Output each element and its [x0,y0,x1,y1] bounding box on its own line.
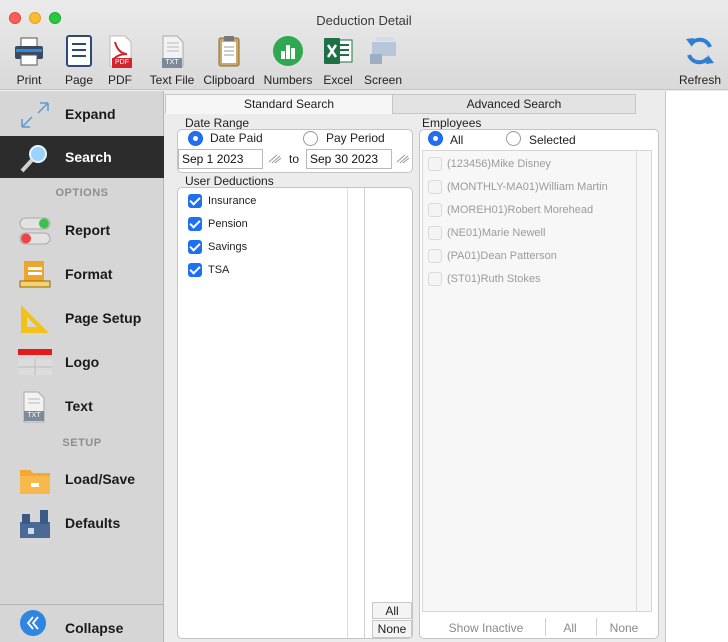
employee-checkbox[interactable] [428,272,442,286]
deduction-label: Savings [208,241,248,253]
employee-checkbox[interactable] [428,226,442,240]
sidebar-item-load-save[interactable]: Load/Save [0,458,164,500]
txt-badge: TXT [162,58,182,68]
deduction-label: Pension [208,218,248,230]
date-range-panel: Date Paid Pay Period Sep 1 2023 to Sep 3… [177,129,413,173]
button-divider [545,618,546,636]
pay-period-radio[interactable] [303,131,318,146]
date-range-label: Date Range [185,116,250,130]
employee-checkbox[interactable] [428,249,442,263]
employee-label: (MONTHLY-MA01)William Martin [447,181,608,193]
screen-icon [370,37,396,64]
folder-icon [20,470,50,494]
magnifier-icon [20,145,47,173]
employees-panel: All Selected (123456)Mike Disney (MONTHL… [419,129,659,639]
employee-checkbox[interactable] [428,203,442,217]
show-inactive-button[interactable]: Show Inactive [434,621,538,635]
factory-icon [20,510,50,538]
sidebar-item-expand[interactable]: Expand [0,93,164,135]
window-title: Deduction Detail [316,13,412,28]
page-icon [66,35,92,67]
tab-advanced-search[interactable]: Advanced Search [392,94,636,114]
refresh-button[interactable]: Refresh [676,34,724,88]
excel-button[interactable]: Excel [320,34,356,88]
sidebar-item-search[interactable]: Search [0,136,164,178]
pay-period-label: Pay Period [326,131,385,145]
date-from-field[interactable]: Sep 1 2023 [178,149,263,169]
deductions-all-button[interactable]: All [372,602,412,619]
date-paid-label: Date Paid [210,131,263,145]
sidebar-item-text[interactable]: TXT Text [0,385,164,427]
deduction-label: Insurance [208,195,257,207]
collapse-icon [20,610,46,636]
report-preview-area [665,91,728,642]
employees-all-label: All [450,133,464,147]
employee-label: (PA01)Dean Patterson [447,250,557,262]
list-divider [347,188,348,638]
sidebar-item-format[interactable]: Format [0,253,164,295]
deduction-label: TSA [208,264,230,276]
sidebar-item-defaults[interactable]: Defaults [0,502,164,544]
main-panel: Standard Search Advanced Search Date Ran… [165,91,665,642]
employees-label: Employees [422,116,482,130]
sidebar-item-report[interactable]: Report [0,209,164,251]
user-deductions-panel: Insurance Pension Savings TSA All None [177,187,413,639]
user-deductions-label: User Deductions [185,174,274,188]
employee-label: (123456)Mike Disney [447,158,551,170]
employees-selected-label: Selected [529,133,576,147]
employees-list: (123456)Mike Disney (MONTHLY-MA01)Willia… [422,150,652,612]
set-square-icon [21,305,49,333]
numbers-button[interactable]: Numbers [261,34,315,88]
screen-button[interactable]: Screen [362,34,404,88]
calendar-icon[interactable] [396,154,410,164]
list-scrollbar[interactable] [364,188,365,638]
employee-label: (NE01)Marie Newell [447,227,546,239]
expand-arrows-icon [21,102,49,128]
print-button[interactable]: Print [9,34,49,88]
deduction-checkbox[interactable] [188,194,202,208]
employee-checkbox[interactable] [428,157,442,171]
employee-checkbox[interactable] [428,180,442,194]
employee-label: (ST01)Ruth Stokes [447,273,541,285]
employees-all-button[interactable]: All [550,621,590,635]
printer-icon [15,37,43,66]
excel-icon [324,38,353,64]
to-label: to [289,152,300,166]
deductions-none-button[interactable]: None [372,620,412,638]
pdf-badge: PDF [112,58,132,68]
numbers-chart-icon [273,36,303,66]
clipboard-icon [218,36,240,67]
date-to-field[interactable]: Sep 30 2023 [306,149,392,169]
title-bar: Deduction Detail Print Page PDF PDF TXT … [0,0,728,90]
pdf-button[interactable]: PDF PDF [103,34,137,88]
tab-standard-search[interactable]: Standard Search [165,94,413,114]
options-heading: OPTIONS [55,187,109,199]
employees-none-button[interactable]: None [600,621,648,635]
button-divider [596,618,597,636]
clipboard-button[interactable]: Clipboard [201,34,257,88]
calendar-icon[interactable] [268,154,282,164]
employees-selected-radio[interactable] [506,131,521,146]
page-button[interactable]: Page [61,34,97,88]
sidebar-item-collapse[interactable]: Collapse [0,604,164,642]
setup-heading: SETUP [62,437,102,449]
txt-badge: TXT [24,411,44,421]
employee-label: (MOREH01)Robert Morehead [447,204,594,216]
toggle-switches-icon [19,217,51,245]
deduction-checkbox[interactable] [188,263,202,277]
sidebar: Expand Search OPTIONS Report Format Page… [0,91,164,642]
deduction-checkbox[interactable] [188,240,202,254]
refresh-icon [686,37,714,65]
format-ruler-icon [19,261,51,288]
text-file-button[interactable]: TXT Text File [145,34,199,88]
deduction-checkbox[interactable] [188,217,202,231]
employees-scrollbar[interactable] [636,151,637,611]
employees-all-radio[interactable] [428,131,443,146]
sidebar-item-page-setup[interactable]: Page Setup [0,297,164,339]
date-paid-radio[interactable] [188,131,203,146]
sidebar-item-logo[interactable]: Logo [0,341,164,383]
logo-icon [18,349,52,375]
